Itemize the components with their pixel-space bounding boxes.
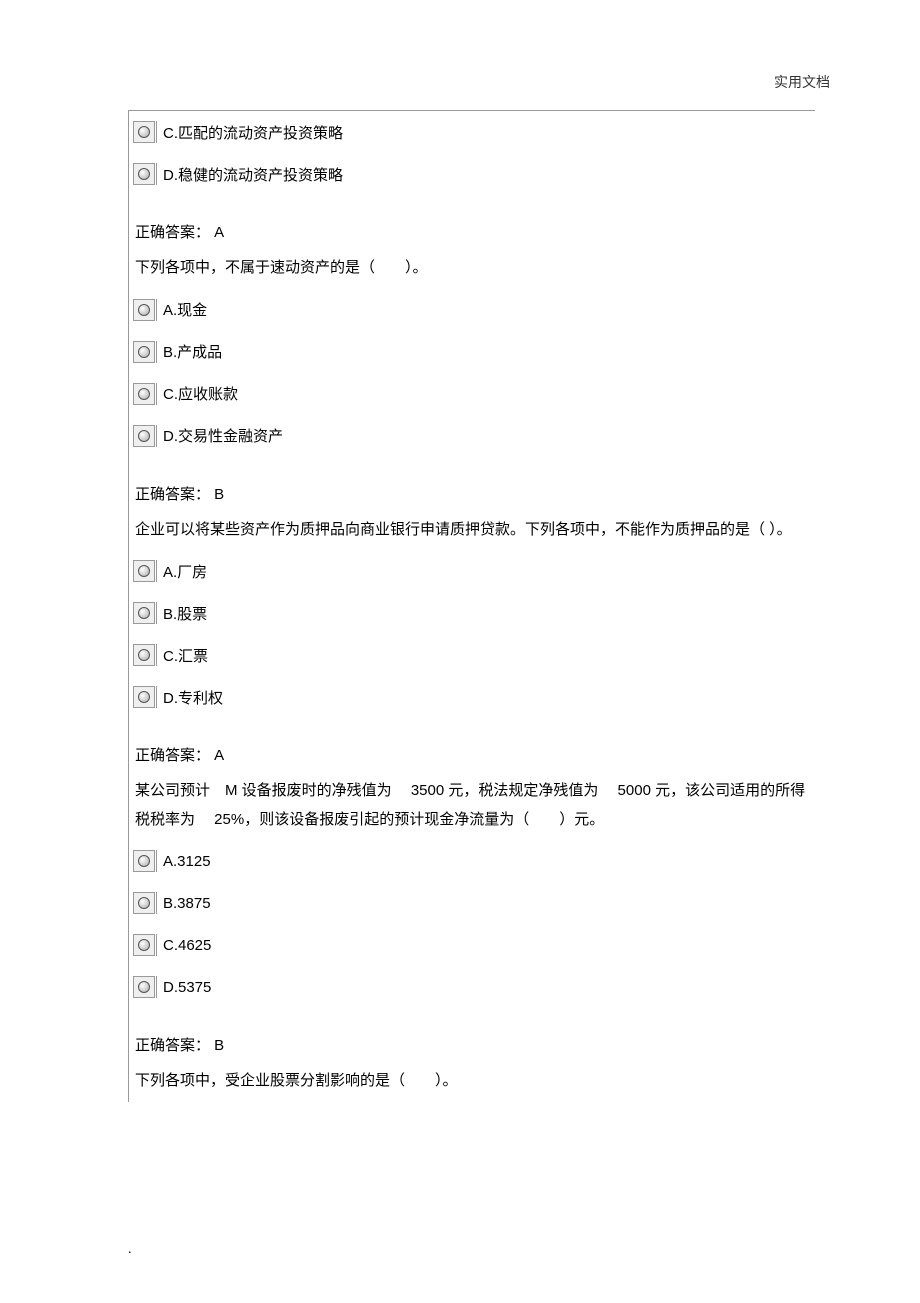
radio-icon[interactable] — [133, 560, 155, 582]
divider — [156, 602, 157, 624]
option-row[interactable]: C.应收账款 — [131, 373, 815, 415]
option-row[interactable]: D.稳健的流动资产投资策略 — [131, 153, 815, 195]
option-label: C.4625 — [163, 937, 211, 954]
radio-icon[interactable] — [133, 163, 155, 185]
radio-icon[interactable] — [133, 341, 155, 363]
divider — [156, 560, 157, 582]
option-row[interactable]: C.汇票 — [131, 634, 815, 676]
option-label: D.5375 — [163, 979, 211, 996]
correct-answer: 正确答案： B — [131, 1016, 815, 1061]
radio-icon[interactable] — [133, 934, 155, 956]
option-label: D.专利权 — [163, 687, 223, 708]
option-label: B.产成品 — [163, 341, 222, 362]
option-label: A.厂房 — [163, 561, 207, 582]
document-body: C.匹配的流动资产投资策略D.稳健的流动资产投资策略正确答案： A下列各项中，不… — [128, 110, 815, 1102]
radio-icon[interactable] — [133, 850, 155, 872]
option-row[interactable]: B.产成品 — [131, 331, 815, 373]
correct-answer: 正确答案： A — [131, 726, 815, 771]
option-row[interactable]: A.厂房 — [131, 550, 815, 592]
option-label: C.匹配的流动资产投资策略 — [163, 122, 343, 143]
divider — [156, 934, 157, 956]
radio-icon[interactable] — [133, 299, 155, 321]
divider — [156, 425, 157, 447]
option-row[interactable]: C.4625 — [131, 924, 815, 966]
question-text: 某公司预计 M 设备报废时的净残值为 3500 元，税法规定净残值为 5000 … — [131, 771, 815, 840]
option-label: D.稳健的流动资产投资策略 — [163, 164, 343, 185]
divider — [156, 383, 157, 405]
divider — [156, 686, 157, 708]
divider — [156, 163, 157, 185]
divider — [156, 121, 157, 143]
option-row[interactable]: D.交易性金融资产 — [131, 415, 815, 457]
radio-icon[interactable] — [133, 425, 155, 447]
radio-icon[interactable] — [133, 602, 155, 624]
option-label: A.3125 — [163, 853, 211, 870]
option-row[interactable]: A.现金 — [131, 289, 815, 331]
option-label: B.股票 — [163, 603, 207, 624]
option-label: C.汇票 — [163, 645, 208, 666]
divider — [156, 299, 157, 321]
radio-icon[interactable] — [133, 383, 155, 405]
radio-icon[interactable] — [133, 121, 155, 143]
option-row[interactable]: D.专利权 — [131, 676, 815, 718]
option-label: C.应收账款 — [163, 383, 238, 404]
divider — [156, 644, 157, 666]
footer-marker: . — [128, 1242, 132, 1258]
option-row[interactable]: B.股票 — [131, 592, 815, 634]
radio-icon[interactable] — [133, 686, 155, 708]
option-label: B.3875 — [163, 895, 211, 912]
question-text: 下列各项中，受企业股票分割影响的是（ ）。 — [131, 1061, 815, 1102]
divider — [156, 892, 157, 914]
correct-answer: 正确答案： B — [131, 465, 815, 510]
option-row[interactable]: B.3875 — [131, 882, 815, 924]
option-row[interactable]: C.匹配的流动资产投资策略 — [131, 111, 815, 153]
option-row[interactable]: D.5375 — [131, 966, 815, 1008]
option-label: D.交易性金融资产 — [163, 425, 283, 446]
correct-answer: 正确答案： A — [131, 203, 815, 248]
divider — [156, 976, 157, 998]
question-text: 下列各项中，不属于速动资产的是（ ）。 — [131, 248, 815, 289]
divider — [156, 341, 157, 363]
page-header-label: 实用文档 — [774, 72, 830, 92]
radio-icon[interactable] — [133, 976, 155, 998]
question-text: 企业可以将某些资产作为质押品向商业银行申请质押贷款。下列各项中，不能作为质押品的… — [131, 510, 815, 551]
radio-icon[interactable] — [133, 892, 155, 914]
option-row[interactable]: A.3125 — [131, 840, 815, 882]
radio-icon[interactable] — [133, 644, 155, 666]
divider — [156, 850, 157, 872]
option-label: A.现金 — [163, 299, 207, 320]
